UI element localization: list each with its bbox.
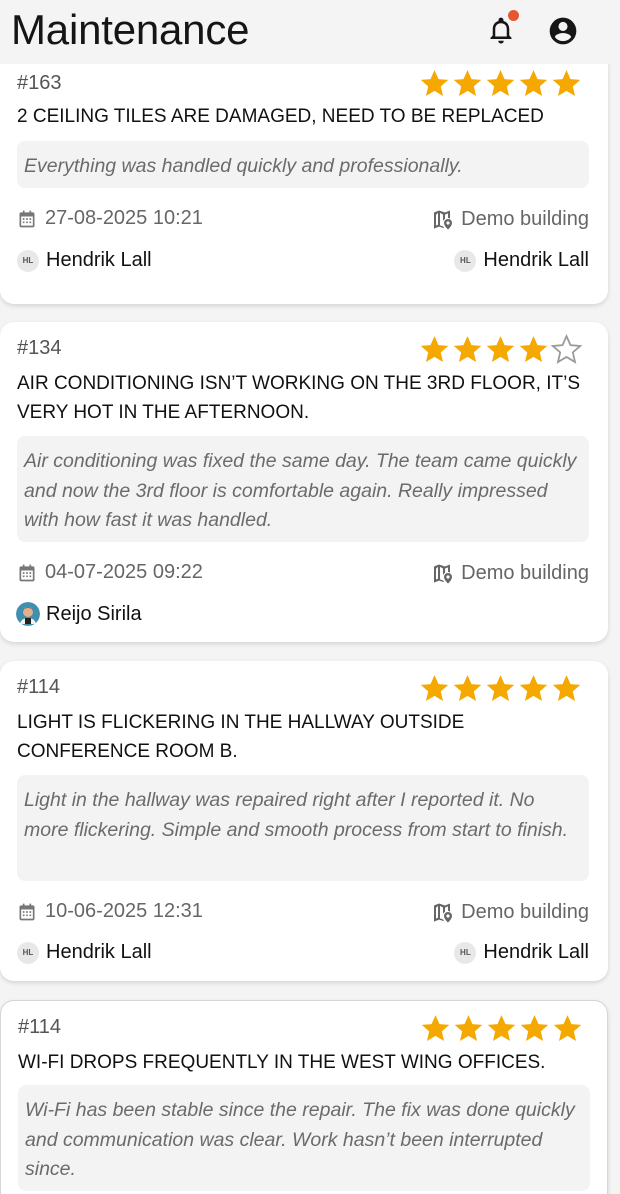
ticket-title: LIGHT IS FLICKERING IN THE HALLWAY OUTSI… [17, 712, 465, 762]
rating-stars [418, 67, 583, 100]
app-header: Maintenance [0, 0, 620, 64]
ticket-building: Demo building [431, 561, 589, 585]
star-filled-icon [518, 1012, 551, 1045]
star-filled-icon [451, 333, 484, 366]
notification-badge [508, 10, 519, 21]
account-circle-icon [549, 17, 577, 45]
ticket-building: Demo building [431, 900, 589, 924]
reporter: HL Hendrik Lall [17, 249, 152, 272]
ticket-id: #114 [17, 676, 61, 698]
reporter-name: Hendrik Lall [46, 249, 152, 271]
star-filled-icon [451, 672, 484, 705]
ticket-date: 04-07-2025 09:22 [17, 561, 203, 584]
assignee: HL Hendrik Lall [454, 249, 589, 272]
rating-stars [418, 672, 583, 705]
assignee-avatar: HL [454, 249, 477, 272]
reporter: Reijo Sirila [16, 602, 142, 626]
star-filled-icon [484, 672, 517, 705]
ticket-card[interactable]: #163 2 CEILING TILES ARE DAMAGED, NEED T… [0, 64, 608, 304]
ticket-building: Demo building [431, 207, 589, 231]
ticket-card[interactable]: #114 WI-FI DROPS FREQUENTLY IN THE WEST … [0, 1000, 608, 1194]
star-filled-icon [517, 67, 550, 100]
star-filled-icon [418, 333, 451, 366]
ticket-id: #134 [17, 337, 62, 359]
star-filled-icon [485, 1012, 518, 1045]
assignee-avatar: HL [454, 941, 477, 964]
star-filled-icon [484, 67, 517, 100]
calendar-icon [17, 563, 37, 583]
map-pin-icon [431, 561, 455, 585]
star-filled-icon [451, 67, 484, 100]
page-title: Maintenance [11, 6, 250, 53]
star-filled-icon [550, 67, 583, 100]
star-filled-icon [484, 333, 517, 366]
date-text: 27-08-2025 10:21 [45, 207, 203, 229]
ticket-title: WI-FI DROPS FREQUENTLY IN THE WEST WING … [18, 1052, 546, 1073]
star-filled-icon [551, 1012, 584, 1045]
date-text: 10-06-2025 12:31 [45, 900, 203, 922]
star-empty-icon [550, 333, 583, 366]
reporter: HL Hendrik Lall [17, 941, 152, 964]
assignee-name: Hendrik Lall [483, 941, 589, 963]
calendar-icon [17, 209, 37, 229]
map-pin-icon [431, 207, 455, 231]
rating-stars [418, 333, 583, 366]
star-filled-icon [550, 672, 583, 705]
reporter-avatar: HL [17, 249, 39, 272]
feedback-text: Everything was handled quickly and profe… [17, 141, 589, 188]
ticket-card[interactable]: #114 LIGHT IS FLICKERING IN THE HALLWAY … [0, 661, 608, 981]
date-text: 04-07-2025 09:22 [45, 561, 203, 583]
map-pin-icon [431, 900, 455, 924]
reporter-name: Reijo Sirila [46, 602, 142, 625]
feedback-text: Air conditioning was fixed the same day.… [17, 436, 589, 542]
star-filled-icon [452, 1012, 485, 1045]
star-filled-icon [419, 1012, 452, 1045]
star-filled-icon [418, 67, 451, 100]
reporter-name: Hendrik Lall [46, 941, 152, 963]
account-button[interactable] [547, 15, 579, 47]
building-text: Demo building [461, 561, 589, 584]
ticket-title: 2 CEILING TILES ARE DAMAGED, NEED TO BE … [17, 106, 544, 127]
reporter-avatar [16, 602, 40, 626]
ticket-id: #114 [18, 1016, 62, 1038]
building-text: Demo building [461, 207, 589, 230]
ticket-id: #163 [17, 72, 62, 94]
star-filled-icon [517, 672, 550, 705]
assignee-name: Hendrik Lall [483, 249, 589, 271]
ticket-list: #163 2 CEILING TILES ARE DAMAGED, NEED T… [0, 64, 620, 1194]
ticket-card[interactable]: #134 AIR CONDITIONING ISN’T WORKING ON T… [0, 322, 608, 642]
star-filled-icon [517, 333, 550, 366]
feedback-text: Light in the hallway was repaired right … [17, 775, 589, 881]
building-text: Demo building [461, 900, 589, 923]
reporter-avatar: HL [17, 941, 39, 964]
rating-stars [419, 1012, 584, 1045]
feedback-text: Wi-Fi has been stable since the repair. … [18, 1085, 590, 1191]
assignee: HL Hendrik Lall [454, 941, 589, 964]
star-filled-icon [418, 672, 451, 705]
ticket-title: AIR CONDITIONING ISN’T WORKING ON THE 3R… [17, 373, 581, 423]
ticket-date: 27-08-2025 10:21 [17, 207, 203, 230]
calendar-icon [17, 902, 37, 922]
ticket-date: 10-06-2025 12:31 [17, 900, 203, 923]
notifications-button[interactable] [486, 10, 519, 48]
